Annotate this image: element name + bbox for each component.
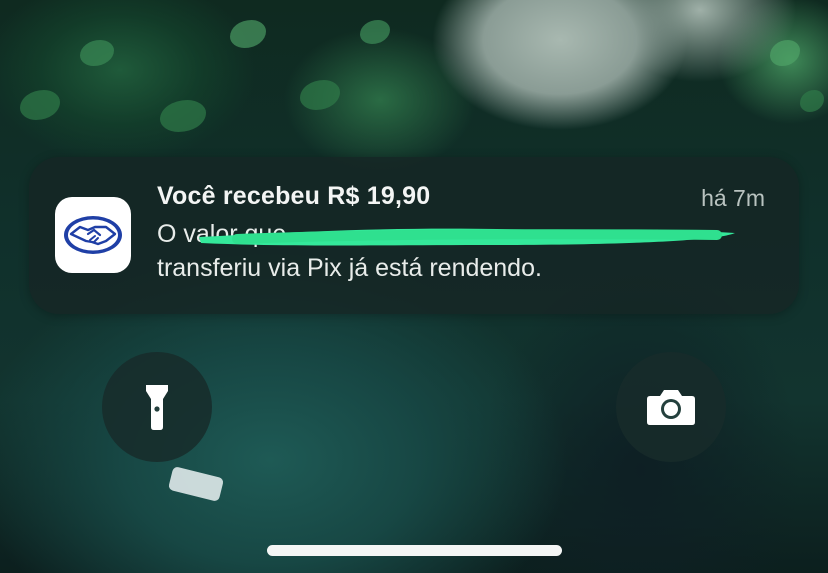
- flashlight-button[interactable]: [102, 352, 212, 462]
- flashlight-icon: [146, 385, 168, 430]
- camera-button[interactable]: [616, 352, 726, 462]
- mercado-pago-app-icon: [55, 197, 131, 273]
- home-indicator[interactable]: [267, 545, 562, 556]
- notification-card[interactable]: Você recebeu R$ 19,90 há 7m O valor que …: [29, 157, 799, 314]
- redaction-scribble: [199, 228, 735, 246]
- notification-time: há 7m: [701, 185, 765, 211]
- camera-icon: [647, 390, 695, 425]
- wrist-object: [167, 466, 225, 502]
- notification-body-line2: transferiu via Pix já está rendendo.: [157, 254, 542, 282]
- notification-title: Você recebeu R$ 19,90: [157, 182, 431, 210]
